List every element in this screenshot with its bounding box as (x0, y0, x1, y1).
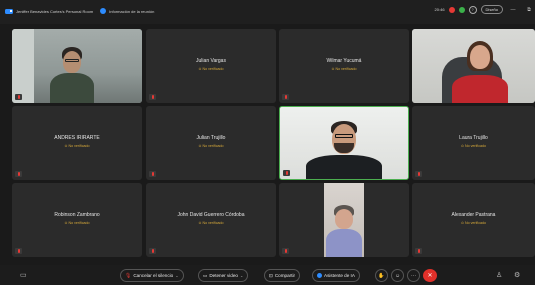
room-name: Jeniffer Benavides Cortes's Personal Roo… (16, 8, 94, 14)
muted-mic-icon (15, 248, 22, 254)
ai-assistant-label: Asistente de IA (324, 273, 355, 278)
recording-icon (448, 6, 455, 13)
muted-mic-icon (282, 94, 289, 100)
participant-name: Robinson Zambrano (54, 212, 100, 218)
muted-mic-icon (283, 170, 290, 176)
video-tile-4[interactable] (412, 29, 535, 103)
camera-feed (324, 183, 364, 257)
participant-tile-alexander-pastrana[interactable]: Alexander Pastrana ⊙ No verificado (412, 183, 535, 257)
camera-feed (12, 29, 142, 103)
participant-name: John David Guerrero Córdoba (177, 212, 245, 218)
participant-tile-julian-vargas[interactable]: Julian Vargas ⊙ No verificado (146, 29, 276, 103)
participant-tile-robinson-zambrano[interactable]: Robinson Zambrano ⊙ No verificado (12, 183, 142, 257)
ai-assistant-icon (317, 273, 322, 278)
participant-tile-wilmar-yucuma[interactable]: Wilmar Yucumá ⊙ No verificado (279, 29, 409, 103)
meeting-toolbar: ▭ 🎙 Cancelar el silencio ⌄ ▭ Detener vid… (0, 265, 535, 285)
restore-button[interactable]: ⧉ (523, 7, 535, 13)
ai-assistant-button[interactable]: Asistente de IA (312, 269, 360, 282)
clock: 20:46 (434, 7, 445, 12)
muted-mic-icon (15, 171, 22, 177)
participant-tile-laura-trujillo[interactable]: Laura Trujillo ⊙ No verificado (412, 106, 535, 180)
participants-icon[interactable]: ♙ (496, 271, 502, 279)
participant-name: Alexander Pastrana (451, 212, 496, 218)
unverified-status: ⊙ No verificado (64, 221, 90, 225)
title-bar: Jeniffer Benavides Cortes's Personal Roo… (0, 0, 535, 24)
muted-mic-icon (282, 248, 289, 254)
unverified-status: ⊙ No verificado (198, 221, 224, 225)
participant-tile-andres-irirarte[interactable]: ANDRES IRIRARTE ⊙ No verificado (12, 106, 142, 180)
unmute-label: Cancelar el silencio (133, 273, 174, 278)
unverified-status: ⊙ No verificado (198, 144, 224, 148)
video-tile-active-speaker[interactable] (279, 106, 409, 180)
video-tile-portrait[interactable] (279, 183, 409, 257)
minimize-button[interactable]: — (507, 7, 519, 13)
raise-hand-button[interactable]: ✋ (375, 269, 388, 282)
participant-name: Wilmar Yucumá (326, 58, 362, 64)
camera-feed (412, 29, 535, 103)
unverified-status: ⊙ No verificado (461, 221, 486, 225)
muted-mic-icon (149, 171, 156, 177)
chevron-down-icon[interactable]: ⌄ (240, 273, 243, 278)
chevron-down-icon[interactable]: ⌄ (175, 273, 178, 278)
stop-video-button[interactable]: ▭ Detener video ⌄ (198, 269, 249, 282)
participant-name: Julian Trujillo (196, 135, 226, 141)
muted-mic-icon (415, 248, 422, 254)
muted-mic-icon (415, 171, 422, 177)
unverified-status: ⊙ No verificado (461, 144, 486, 148)
unmute-button[interactable]: 🎙 Cancelar el silencio ⌄ (120, 269, 184, 282)
unverified-status: ⊙ No verificado (331, 67, 357, 71)
reactions-button[interactable]: ☺ (391, 269, 404, 282)
title-left: Jeniffer Benavides Cortes's Personal Roo… (5, 8, 154, 14)
stop-video-label: Detener video (209, 273, 238, 278)
help-icon[interactable]: ? (468, 5, 477, 14)
unverified-status: ⊙ No verificado (198, 67, 224, 71)
share-label: Compartir (274, 273, 296, 278)
participant-name: ANDRES IRIRARTE (54, 135, 100, 141)
meeting-info-link[interactable]: Información de la reunión (109, 9, 154, 14)
layout-button[interactable]: Diseño (480, 5, 503, 14)
muted-mic-icon (149, 94, 156, 100)
camera-icon: ▭ (203, 272, 208, 278)
webex-logo-icon (5, 8, 13, 14)
muted-mic-icon (15, 94, 22, 100)
layout-label: Diseño (485, 7, 498, 12)
unverified-status: ⊙ No verificado (64, 144, 90, 148)
share-button[interactable]: ⊡ Compartir (264, 269, 301, 282)
video-tile-1[interactable] (12, 29, 142, 103)
muted-mic-icon (149, 248, 156, 254)
participant-name: Laura Trujillo (459, 135, 488, 141)
chat-icon[interactable]: ▭ (20, 271, 27, 279)
connection-icon (458, 6, 465, 13)
muted-mic-icon: 🎙 (125, 272, 132, 279)
more-options-button[interactable]: ··· (407, 269, 420, 282)
info-icon[interactable] (100, 8, 107, 14)
share-screen-icon: ⊡ (269, 272, 273, 278)
participant-tile-john-david-guerrero[interactable]: John David Guerrero Córdoba ⊙ No verific… (146, 183, 276, 257)
participant-name: Julian Vargas (196, 58, 226, 64)
title-right: 20:46 ? Diseño — ⧉ (435, 5, 535, 14)
end-call-button[interactable]: ✕ (423, 269, 437, 282)
camera-feed (280, 107, 408, 179)
participant-tile-julian-trujillo[interactable]: Julian Trujillo ⊙ No verificado (146, 106, 276, 180)
settings-icon[interactable]: ⚙ (514, 271, 520, 279)
